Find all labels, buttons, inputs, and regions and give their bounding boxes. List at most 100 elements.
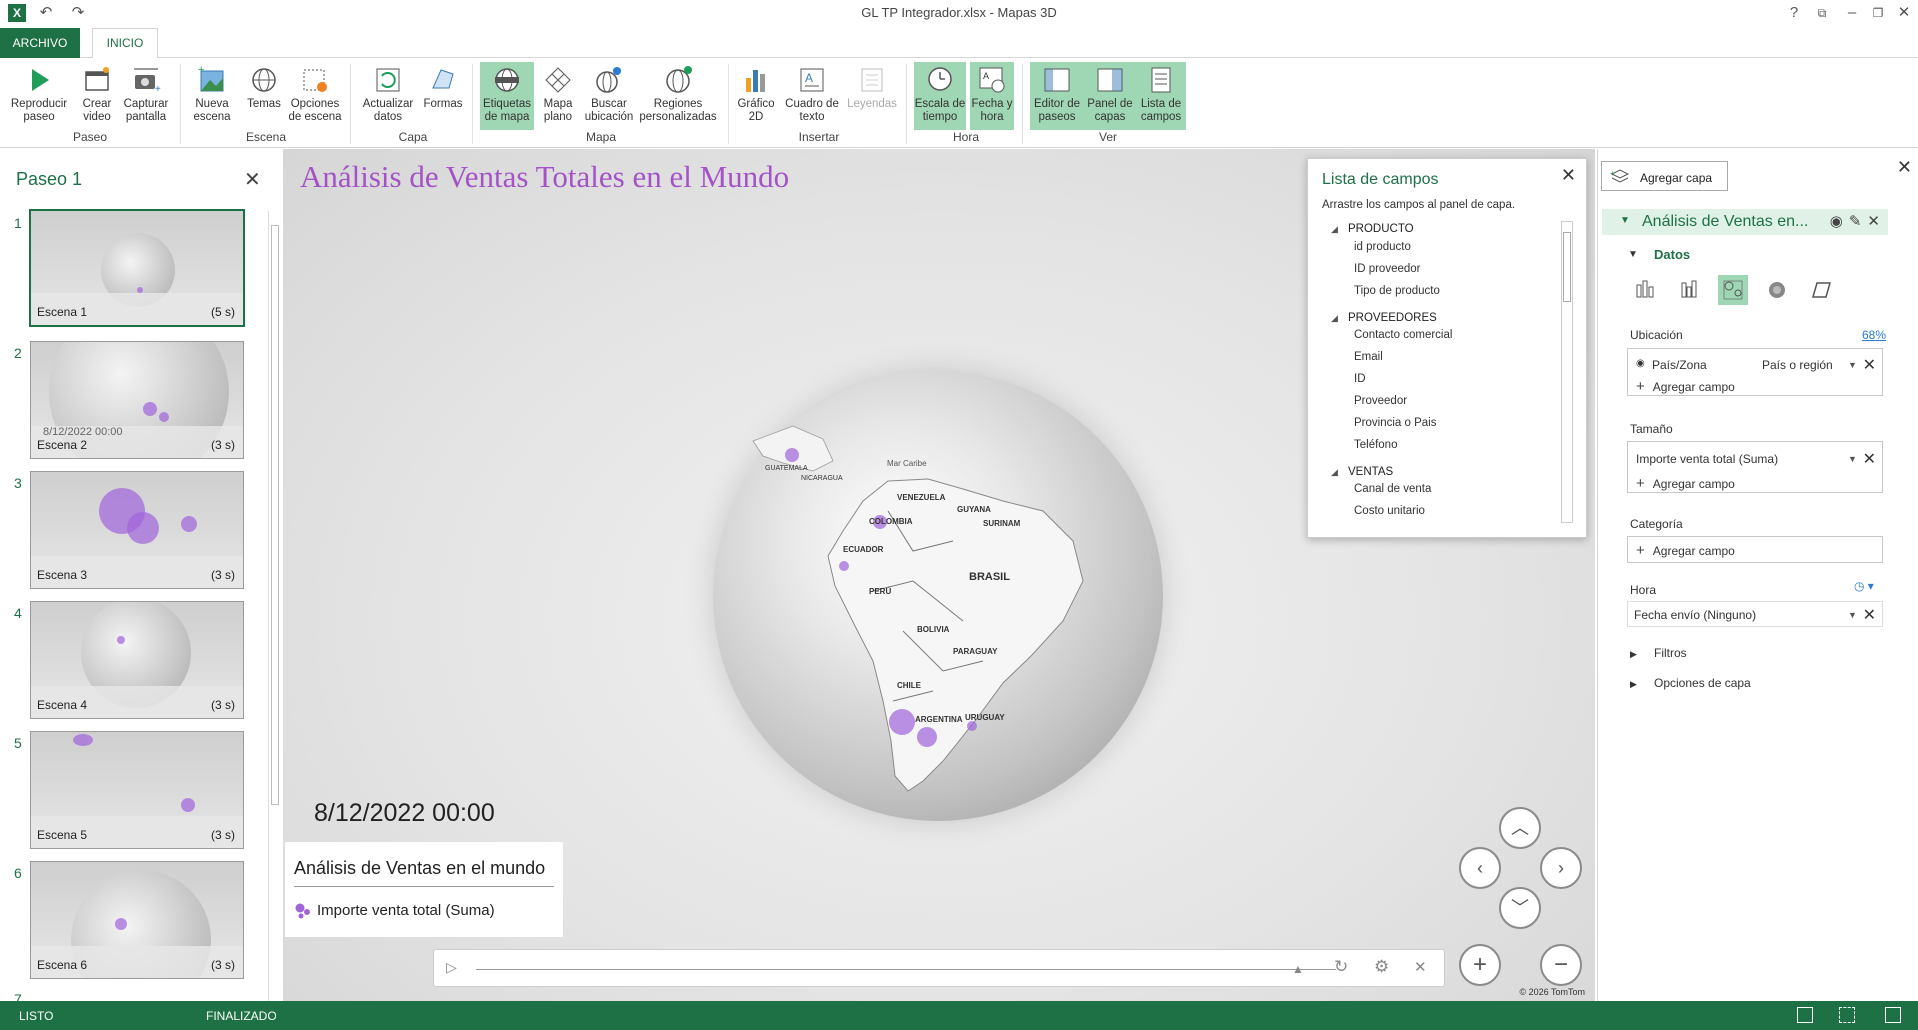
dropdown-arrow-icon[interactable]: ▼ (1848, 454, 1857, 464)
tab-archivo[interactable]: ARCHIVO (0, 28, 80, 58)
fullscreen-icon[interactable] (1885, 1007, 1901, 1023)
refresh-data-button[interactable]: Actualizar datos (358, 62, 418, 130)
rename-pencil-icon[interactable]: ✎ (1849, 213, 1868, 230)
field-group-producto[interactable]: ◢ PRODUCTO (1331, 223, 1414, 235)
delete-layer-icon[interactable]: ✕ (1867, 213, 1886, 230)
add-layer-button[interactable]: + Agregar capa (1601, 161, 1728, 191)
shapes-button[interactable]: Formas (420, 62, 466, 130)
scene-thumbnail-1[interactable]: Escena 1 (5 s) (29, 209, 245, 327)
stacked-column-icon[interactable] (1630, 275, 1660, 305)
timeline-loop-icon[interactable]: ↻ (1334, 957, 1348, 977)
clustered-column-icon[interactable] (1674, 275, 1704, 305)
zoom-out-icon[interactable]: − (1540, 944, 1582, 986)
field-item[interactable]: Tipo de producto (1354, 285, 1440, 297)
minimize-icon[interactable]: – (1842, 3, 1862, 23)
heat-map-icon[interactable] (1762, 275, 1792, 305)
tilt-down-icon[interactable]: ﹀ (1499, 887, 1541, 929)
rotate-left-icon[interactable]: ‹ (1459, 847, 1501, 889)
field-item[interactable]: Contacto comercial (1354, 329, 1452, 341)
collapse-icon[interactable]: ◢ (1331, 467, 1338, 478)
scene-thumbnail-3[interactable]: Escena 3 (3 s) (30, 471, 244, 589)
find-location-button[interactable]: Buscar ubicación (582, 62, 636, 130)
themes-button[interactable]: Temas (244, 62, 284, 130)
add-location-field[interactable]: + Agregar campo (1636, 378, 1890, 395)
size-field-row[interactable]: Importe venta total (Suma) ▼ ✕ (1636, 449, 1890, 469)
visibility-eye-icon[interactable]: ◉ (1830, 213, 1849, 230)
remove-field-icon[interactable]: ✕ (1863, 605, 1876, 625)
scrollbar-thumb[interactable] (1563, 232, 1571, 302)
collapse-icon[interactable]: ▼ (1620, 215, 1630, 226)
scene-thumbnail-5[interactable]: Escena 5 (3 s) (30, 731, 244, 849)
location-match-percent[interactable]: 68% (1862, 328, 1886, 342)
collapse-icon[interactable]: ▼ (1628, 249, 1638, 260)
field-group-ventas[interactable]: ◢ VENTAS (1331, 466, 1393, 478)
filters-section[interactable]: Filtros (1654, 646, 1687, 660)
field-item[interactable]: Proveedor (1354, 395, 1407, 407)
help-icon[interactable]: ? (1784, 3, 1804, 23)
play-tour-button[interactable]: Reproducir paseo (6, 62, 72, 130)
remove-field-icon[interactable]: ✕ (1863, 449, 1876, 469)
close-field-list-icon[interactable]: ✕ (1561, 165, 1576, 186)
create-video-button[interactable]: Crear video (76, 62, 118, 130)
scene-thumbnail-4[interactable]: Escena 4 (3 s) (30, 601, 244, 719)
flat-map-button[interactable]: Mapa plano (538, 62, 578, 130)
field-list-scrollbar[interactable] (1561, 221, 1573, 523)
text-box-button[interactable]: A Cuadro de texto (782, 62, 842, 130)
tour-editor-button[interactable]: Editor de paseos (1030, 62, 1084, 130)
tab-inicio[interactable]: INICIO (92, 28, 158, 59)
timeline-playbar[interactable]: ▷ ▲ ↻ ⚙ ✕ (433, 949, 1445, 987)
globe[interactable]: VENEZUELA GUYANA SURINAM COLOMBIA ECUADO… (713, 371, 1163, 821)
bubble-chart-icon[interactable] (1718, 275, 1748, 305)
collapse-icon[interactable]: ◢ (1331, 224, 1338, 235)
field-item[interactable]: Canal de venta (1354, 483, 1431, 495)
dropdown-arrow-icon[interactable]: ▼ (1848, 610, 1857, 620)
scene-options-button[interactable]: Opciones de escena (288, 62, 342, 130)
view-icon[interactable] (1797, 1007, 1813, 1023)
time-settings-clock-icon[interactable]: ◷ ▾ (1854, 579, 1874, 593)
close-tour-icon[interactable]: ✕ (244, 167, 261, 192)
dropdown-arrow-icon[interactable]: ▼ (1848, 360, 1857, 370)
tour-scrollbar[interactable] (268, 211, 280, 1001)
legends-button[interactable]: Leyendas (846, 62, 898, 130)
custom-regions-button[interactable]: Regiones personalizadas (638, 62, 718, 130)
field-group-proveedores[interactable]: ◢ PROVEEDORES (1331, 312, 1437, 324)
layer-name[interactable]: Análisis de Ventas en... (1642, 213, 1808, 231)
zoom-in-icon[interactable]: + (1459, 944, 1501, 986)
layer-pane-button[interactable]: Panel de capas (1084, 62, 1136, 130)
field-item[interactable]: ID proveedor (1354, 263, 1420, 275)
scene-thumbnail-6[interactable]: Escena 6 (3 s) (30, 861, 244, 979)
tilt-up-icon[interactable]: ︿ (1499, 807, 1541, 849)
time-field-row[interactable]: Fecha envío (Ninguno) ▼ ✕ (1634, 605, 1888, 625)
field-item[interactable]: id producto (1354, 241, 1411, 253)
rotate-right-icon[interactable]: › (1540, 847, 1582, 889)
layer-options-section[interactable]: Opciones de capa (1654, 676, 1751, 690)
radio-icon[interactable]: ◉ (1636, 358, 1645, 369)
timeline-track[interactable] (476, 969, 1336, 970)
scene-thumbnail-2[interactable]: 8/12/2022 00:00 Escena 2 (3 s) (30, 341, 244, 459)
expand-icon[interactable]: ▶ (1630, 679, 1637, 690)
timeline-play-icon[interactable]: ▷ (446, 959, 457, 976)
ribbon-display-icon[interactable]: ⧉ (1812, 3, 1832, 23)
field-item[interactable]: ID (1354, 373, 1366, 385)
field-item[interactable]: Costo unitario (1354, 505, 1425, 517)
field-item[interactable]: Email (1354, 351, 1383, 363)
scrollbar-thumb[interactable] (271, 225, 279, 805)
restore-icon[interactable]: ❐ (1868, 3, 1888, 23)
timeline-marker-icon[interactable]: ▲ (1292, 962, 1304, 976)
date-time-button[interactable]: A Fecha y hora (970, 62, 1014, 130)
field-list-button[interactable]: Lista de campos (1136, 62, 1186, 130)
region-icon[interactable] (1806, 275, 1836, 305)
add-size-field[interactable]: + Agregar campo (1636, 475, 1890, 492)
timeline-button[interactable]: Escala de tiempo (914, 62, 966, 130)
remove-field-icon[interactable]: ✕ (1863, 355, 1876, 375)
map-legend[interactable]: Análisis de Ventas en el mundo Importe v… (285, 842, 563, 937)
capture-screen-button[interactable]: + Capturar pantalla (120, 62, 172, 130)
add-category-field[interactable]: + Agregar campo (1636, 542, 1890, 559)
timeline-close-icon[interactable]: ✕ (1414, 958, 1427, 976)
close-window-icon[interactable]: ✕ (1894, 3, 1914, 23)
map-labels-button[interactable]: Etiquetas de mapa (480, 62, 534, 130)
close-layer-pane-icon[interactable]: ✕ (1897, 157, 1912, 178)
timeline-settings-icon[interactable]: ⚙ (1374, 957, 1389, 977)
resize-icon[interactable] (1839, 1007, 1855, 1023)
field-item[interactable]: Provincia o Pais (1354, 417, 1436, 429)
